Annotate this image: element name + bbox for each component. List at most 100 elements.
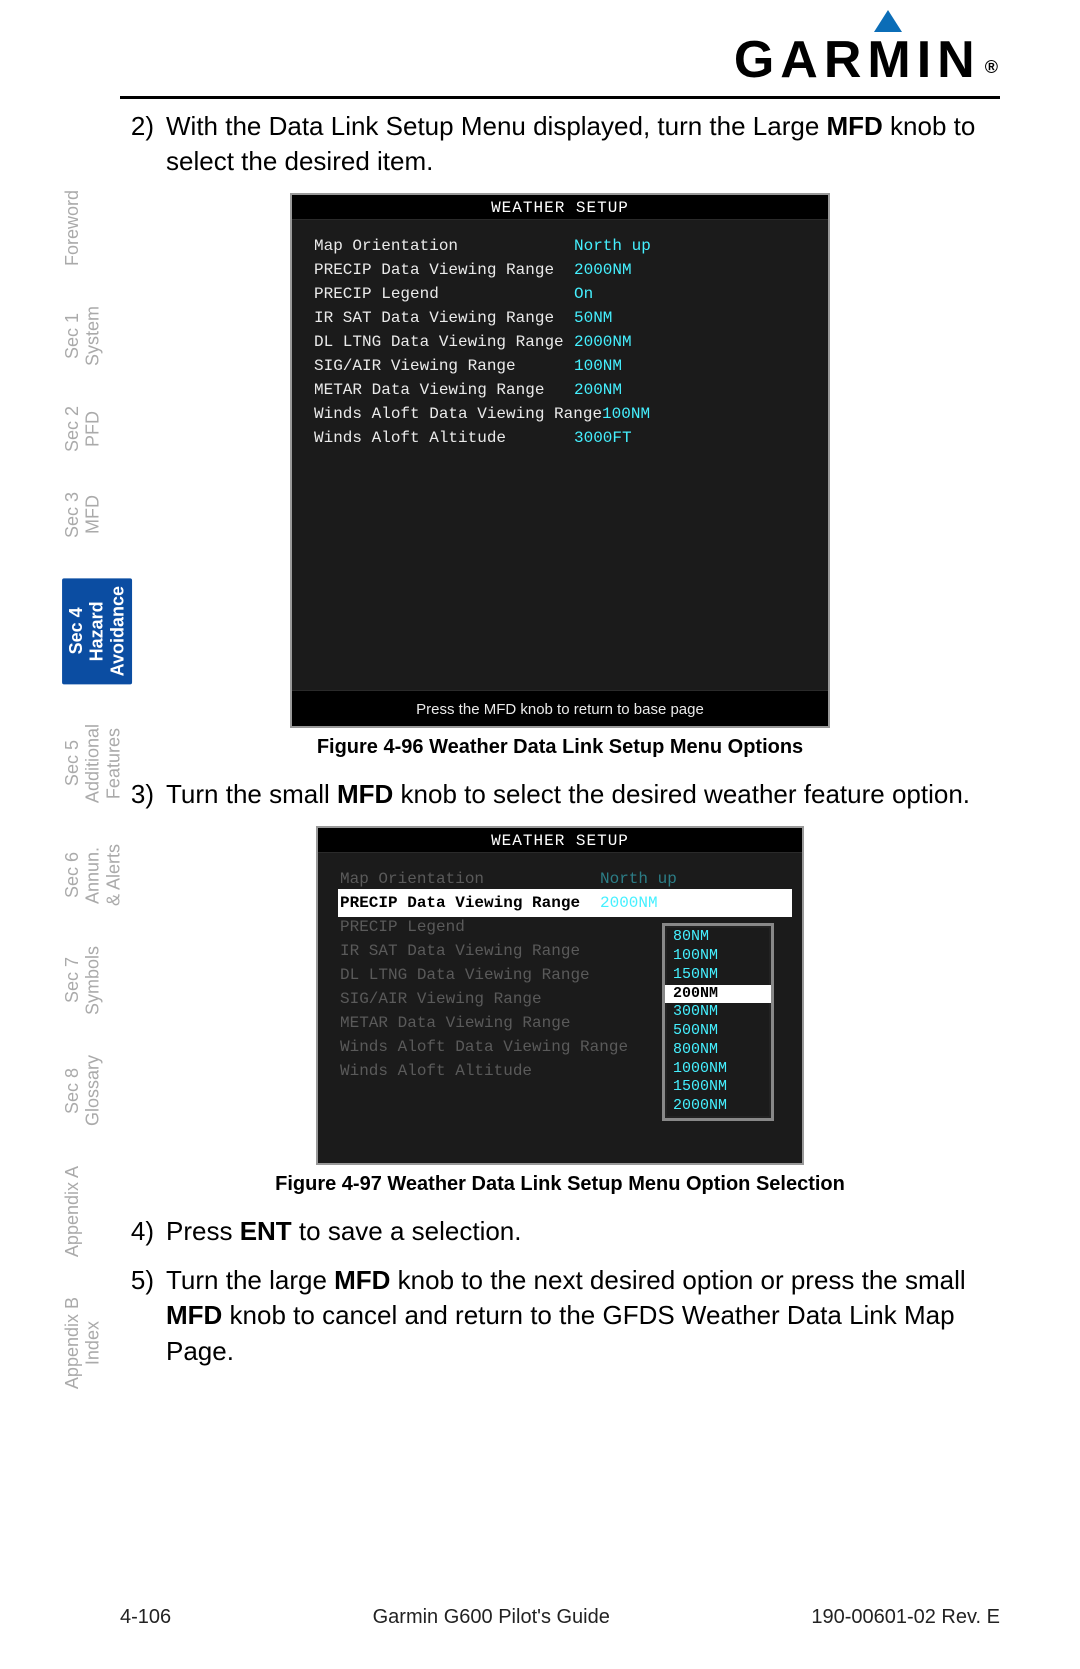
setup-row-label: IR SAT Data Viewing Range <box>340 942 600 960</box>
setup-row-label: METAR Data Viewing Range <box>314 381 574 399</box>
section-tab[interactable]: Sec 4 Hazard Avoidance <box>62 578 132 684</box>
page-number: 4-106 <box>120 1606 171 1629</box>
step-5: 5) Turn the large MFD knob to the next d… <box>120 1263 1000 1368</box>
step-number: 4) <box>120 1214 166 1249</box>
step-4-post: to save a selection. <box>292 1216 522 1246</box>
section-tab[interactable]: Sec 3 MFD <box>62 492 103 538</box>
setup-row-value: 2000NM <box>600 894 658 912</box>
screen-body: Map OrientationNorth upPRECIP Data Viewi… <box>292 220 828 690</box>
section-tab[interactable]: Appendix A <box>62 1166 83 1257</box>
step-3-bold: MFD <box>337 779 393 809</box>
popup-option[interactable]: 300NM <box>665 1003 771 1022</box>
figure-caption-1: Figure 4-96 Weather Data Link Setup Menu… <box>120 736 1000 759</box>
setup-row[interactable]: IR SAT Data Viewing Range50NM <box>314 306 816 330</box>
garmin-logo-text: GARMIN <box>734 31 981 89</box>
section-tab[interactable]: Foreword <box>62 190 83 266</box>
screen-footer: Press the MFD knob to return to base pag… <box>292 690 828 726</box>
header-rule <box>120 96 1000 99</box>
step-4-bold: ENT <box>240 1216 292 1246</box>
document-page: GARMIN® Foreword Sec 1 System Sec 2 PFD Sec… <box>0 0 1080 1669</box>
setup-row: Map OrientationNorth up <box>340 867 790 891</box>
setup-row-label: METAR Data Viewing Range <box>340 1014 600 1032</box>
setup-row-value: 2000NM <box>574 261 632 279</box>
setup-row-label: DL LTNG Data Viewing Range <box>314 333 574 351</box>
section-tab[interactable]: Sec 5 Additional Features <box>62 724 124 803</box>
screen-title: WEATHER SETUP <box>292 195 828 220</box>
header: GARMIN® <box>120 30 1000 90</box>
popup-option[interactable]: 2000NM <box>665 1097 771 1116</box>
step-5-bold2: MFD <box>166 1300 222 1330</box>
setup-row[interactable]: DL LTNG Data Viewing Range2000NM <box>314 330 816 354</box>
setup-row-label: Winds Aloft Altitude <box>314 429 574 447</box>
section-tab[interactable]: Sec 2 PFD <box>62 406 103 452</box>
setup-row-value: 200NM <box>574 381 622 399</box>
step-2: 2) With the Data Link Setup Menu display… <box>120 109 1000 179</box>
setup-row-value: On <box>574 285 593 303</box>
setup-row[interactable]: PRECIP LegendOn <box>314 282 816 306</box>
figure-caption-2: Figure 4-97 Weather Data Link Setup Menu… <box>120 1173 1000 1196</box>
setup-row-value: 50NM <box>574 309 612 327</box>
section-tab[interactable]: Sec 1 System <box>62 306 103 366</box>
setup-row-value: 3000FT <box>574 429 632 447</box>
popup-option[interactable]: 1500NM <box>665 1078 771 1097</box>
setup-row-label: Map Orientation <box>340 870 600 888</box>
step-text: Turn the small MFD knob to select the de… <box>166 777 1000 812</box>
range-popup[interactable]: 80NM100NM150NM200NM300NM500NM800NM1000NM… <box>662 923 774 1121</box>
setup-row-label: Map Orientation <box>314 237 574 255</box>
setup-row[interactable]: Winds Aloft Altitude3000FT <box>314 426 816 450</box>
step-5-pre: Turn the large <box>166 1265 334 1295</box>
step-number: 2) <box>120 109 166 179</box>
step-3-pre: Turn the small <box>166 779 337 809</box>
setup-row[interactable]: PRECIP Data Viewing Range2000NM <box>340 891 790 915</box>
step-3-post: knob to select the desired weather featu… <box>393 779 970 809</box>
setup-row-label: PRECIP Legend <box>314 285 574 303</box>
section-tab[interactable]: Sec 8 Glossary <box>62 1055 103 1126</box>
setup-row-value: North up <box>574 237 651 255</box>
setup-row-label: PRECIP Data Viewing Range <box>314 261 574 279</box>
setup-row-value: North up <box>600 870 677 888</box>
doc-title: Garmin G600 Pilot's Guide <box>373 1606 610 1629</box>
setup-row-label: Winds Aloft Data Viewing Range <box>340 1038 628 1056</box>
setup-row-label: DL LTNG Data Viewing Range <box>340 966 600 984</box>
popup-option[interactable]: 800NM <box>665 1041 771 1060</box>
section-tab[interactable]: Sec 7 Symbols <box>62 946 103 1015</box>
step-number: 3) <box>120 777 166 812</box>
step-text: Turn the large MFD knob to the next desi… <box>166 1263 1000 1368</box>
popup-option[interactable]: 100NM <box>665 947 771 966</box>
page-footer: 4-106 Garmin G600 Pilot's Guide 190-0060… <box>120 1606 1000 1629</box>
step-number: 5) <box>120 1263 166 1368</box>
setup-row-label: SIG/AIR Viewing Range <box>340 990 600 1008</box>
setup-row[interactable]: SIG/AIR Viewing Range100NM <box>314 354 816 378</box>
setup-row[interactable]: Map OrientationNorth up <box>314 234 816 258</box>
section-tab[interactable]: Sec 6 Annun. & Alerts <box>62 844 124 906</box>
setup-row[interactable]: METAR Data Viewing Range200NM <box>314 378 816 402</box>
setup-row-value: 100NM <box>574 357 622 375</box>
setup-row[interactable]: PRECIP Data Viewing Range2000NM <box>314 258 816 282</box>
step-4: 4) Press ENT to save a selection. <box>120 1214 1000 1249</box>
registered-mark: ® <box>985 57 1004 77</box>
step-3: 3) Turn the small MFD knob to select the… <box>120 777 1000 812</box>
garmin-logo: GARMIN® <box>734 30 1000 90</box>
setup-row-label: IR SAT Data Viewing Range <box>314 309 574 327</box>
setup-row[interactable]: Winds Aloft Data Viewing Range100NM <box>314 402 816 426</box>
section-tab[interactable]: Appendix B Index <box>62 1297 103 1389</box>
section-tabs: Foreword Sec 1 System Sec 2 PFD Sec 3 MFD Se… <box>62 190 122 1429</box>
popup-option[interactable]: 200NM <box>665 985 771 1004</box>
setup-row-value: 100NM <box>602 405 650 423</box>
screen-title: WEATHER SETUP <box>318 828 802 853</box>
popup-option[interactable]: 500NM <box>665 1022 771 1041</box>
popup-option[interactable]: 1000NM <box>665 1060 771 1079</box>
step-2-bold: MFD <box>827 111 883 141</box>
step-5-bold1: MFD <box>334 1265 390 1295</box>
setup-row-value: 2000NM <box>574 333 632 351</box>
step-5-mid: knob to the next desired option or press… <box>390 1265 965 1295</box>
popup-option[interactable]: 80NM <box>665 928 771 947</box>
step-4-pre: Press <box>166 1216 240 1246</box>
step-text: With the Data Link Setup Menu displayed,… <box>166 109 1000 179</box>
setup-row-label: Winds Aloft Data Viewing Range <box>314 405 602 423</box>
popup-option[interactable]: 150NM <box>665 966 771 985</box>
setup-row-label: Winds Aloft Altitude <box>340 1062 600 1080</box>
screen-body: Map OrientationNorth upPRECIP Data Viewi… <box>318 853 802 1163</box>
setup-row-label: PRECIP Legend <box>340 918 600 936</box>
step-2-pre: With the Data Link Setup Menu displayed,… <box>166 111 827 141</box>
